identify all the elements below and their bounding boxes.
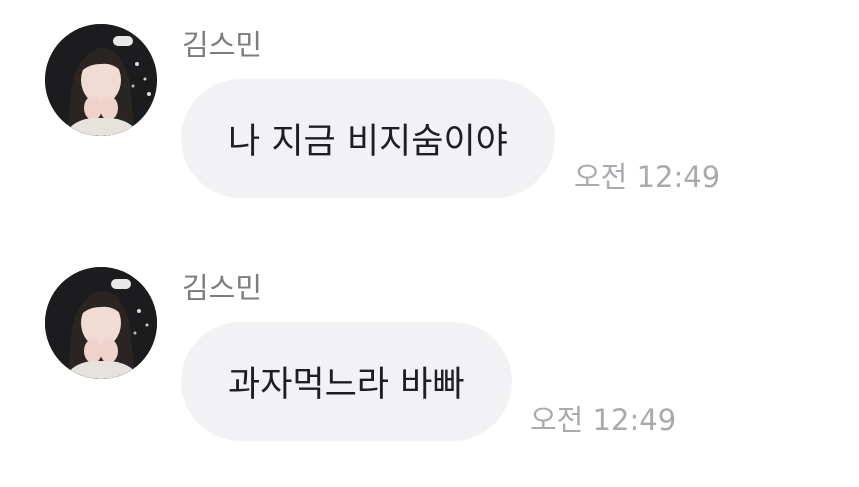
message-time: 오전 12:49	[530, 403, 677, 437]
profile-photo-icon	[45, 24, 157, 136]
message-bubble[interactable]: 과자먹느라 바빠	[181, 322, 512, 441]
message-time: 오전 12:49	[574, 160, 721, 194]
message-row: 김스민 나 지금 비지숨이야 오전 12:49	[0, 0, 859, 240]
message-bubble[interactable]: 나 지금 비지숨이야	[181, 79, 555, 198]
message-row: 김스민 과자먹느라 바빠 오전 12:49	[0, 243, 859, 487]
avatar[interactable]	[45, 24, 157, 136]
sender-name: 김스민	[182, 28, 263, 62]
avatar[interactable]	[45, 267, 157, 379]
sender-name: 김스민	[182, 271, 263, 305]
profile-photo-icon	[45, 267, 157, 379]
